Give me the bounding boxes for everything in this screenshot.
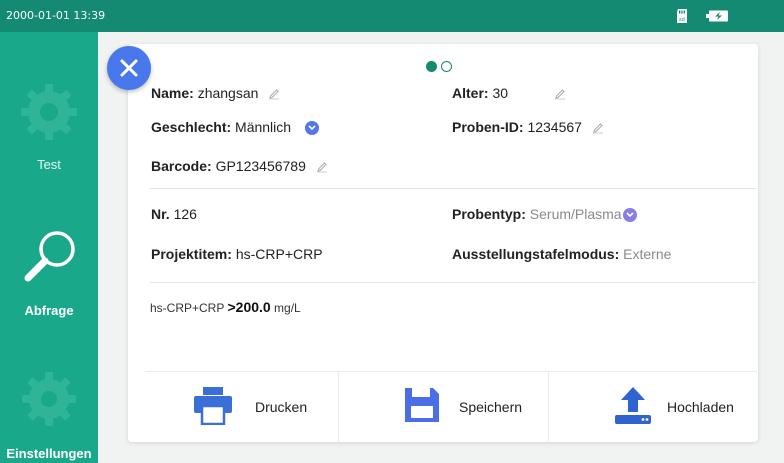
close-icon [120,59,138,77]
display-mode-field: Ausstellungstafelmodus: Externe [452,246,671,262]
result-unit: mg/L [274,301,301,315]
upload-label: Hochladen [667,399,734,415]
barcode-label: Barcode: [151,158,212,174]
sample-type-label: Probentyp: [452,206,526,222]
gear-icon [21,84,77,140]
magnifier-icon [24,231,75,282]
close-button[interactable] [107,46,151,90]
sidebar: Test Abfrage Einstellungen [0,32,98,463]
printer-icon [194,387,232,425]
age-value: 30 [492,85,509,101]
project-value: hs-CRP+CRP [235,246,323,262]
print-label: Drucken [255,399,308,415]
sample-id-field: Proben-ID: 1234567 [452,119,604,135]
section-divider [150,282,756,283]
sidebar-item-abfrage[interactable]: Abfrage [0,227,98,337]
sidebar-item-einstellungen[interactable]: Einstellungen [0,367,98,463]
svg-text:sd: sd [679,17,685,23]
display-mode-label: Ausstellungstafelmodus: [452,246,620,262]
edit-age-icon[interactable] [554,88,566,100]
gender-dropdown-icon[interactable] [304,121,319,136]
sidebar-item-test[interactable]: Test [0,82,98,182]
name-field: Name: zhangsan [151,85,280,101]
barcode-field: Barcode: GP123456789 [151,158,328,174]
age-field: Alter: 30 [452,85,566,101]
sample-id-label: Proben-ID: [452,119,524,135]
edit-name-icon[interactable] [268,88,280,100]
nr-field: Nr. 126 [151,206,197,222]
upload-icon [615,387,651,424]
result-item: hs-CRP+CRP [150,301,225,315]
page-dot[interactable] [441,61,452,72]
sample-id-value: 1234567 [527,119,582,135]
gender-value: Männlich [235,119,292,135]
display-mode-value: Externe [623,246,672,262]
status-bar: 2000-01-01 13:39 sd [0,0,784,32]
project-field: Projektitem: hs-CRP+CRP [151,246,323,262]
page-indicator [426,59,456,77]
result-line: hs-CRP+CRP >200.0 mg/L [150,299,301,315]
print-button[interactable]: Drucken [145,372,338,442]
save-button[interactable]: Speichern [339,372,548,442]
sidebar-item-label: Abfrage [24,303,74,318]
sample-type-field: Probentyp: Serum/Plasma [452,206,637,223]
barcode-value: GP123456789 [215,158,306,174]
sidebar-item-label: Test [37,157,61,172]
sidebar-item-label: Einstellungen [6,446,92,461]
sd-card-icon: sd [677,9,687,23]
edit-sample-id-icon[interactable] [592,122,604,134]
project-label: Projektitem: [151,246,232,262]
sample-type-value: Serum/Plasma [529,206,622,222]
name-value: zhangsan [197,85,259,101]
upload-button[interactable]: Hochladen [549,372,757,442]
floppy-disk-icon [405,388,439,422]
nr-label: Nr. [151,206,170,222]
gender-label: Geschlecht: [151,119,232,135]
status-time: 2000-01-01 13:39 [6,9,106,22]
battery-charging-icon [706,10,728,22]
sample-type-dropdown-icon[interactable] [622,208,637,223]
age-label: Alter: [452,85,489,101]
edit-barcode-icon[interactable] [316,161,328,173]
name-label: Name: [151,85,194,101]
save-label: Speichern [459,399,523,415]
nr-value: 126 [173,206,197,222]
result-value: >200.0 [227,299,271,315]
gender-field: Geschlecht: Männlich [151,119,319,136]
settings-gear-icon [22,372,76,426]
page-dot-active[interactable] [426,61,437,72]
section-divider [150,188,756,189]
